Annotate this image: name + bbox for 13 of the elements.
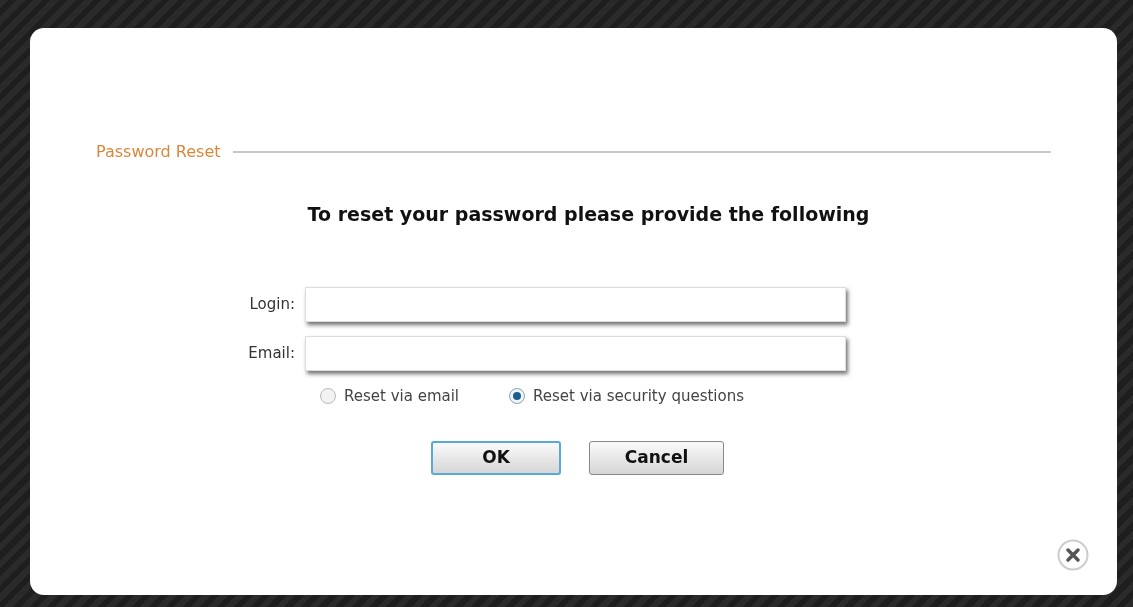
radio-button[interactable]	[509, 387, 526, 404]
input-field[interactable]	[305, 286, 846, 322]
form-heading: To reset your password please provide the following	[307, 202, 870, 227]
section-legend: Password Reset	[94, 140, 221, 164]
input-field[interactable]	[305, 335, 846, 371]
dialog-button[interactable]: OK	[431, 440, 561, 475]
radio-label: Reset via security questions	[533, 385, 745, 407]
close-icon[interactable]	[1057, 539, 1089, 571]
field-label: Email:	[248, 342, 295, 364]
radio-label: Reset via email	[344, 385, 460, 407]
field-label: Login:	[249, 293, 295, 315]
radio-button[interactable]	[320, 387, 336, 404]
dialog-button[interactable]: Cancel	[589, 440, 724, 475]
